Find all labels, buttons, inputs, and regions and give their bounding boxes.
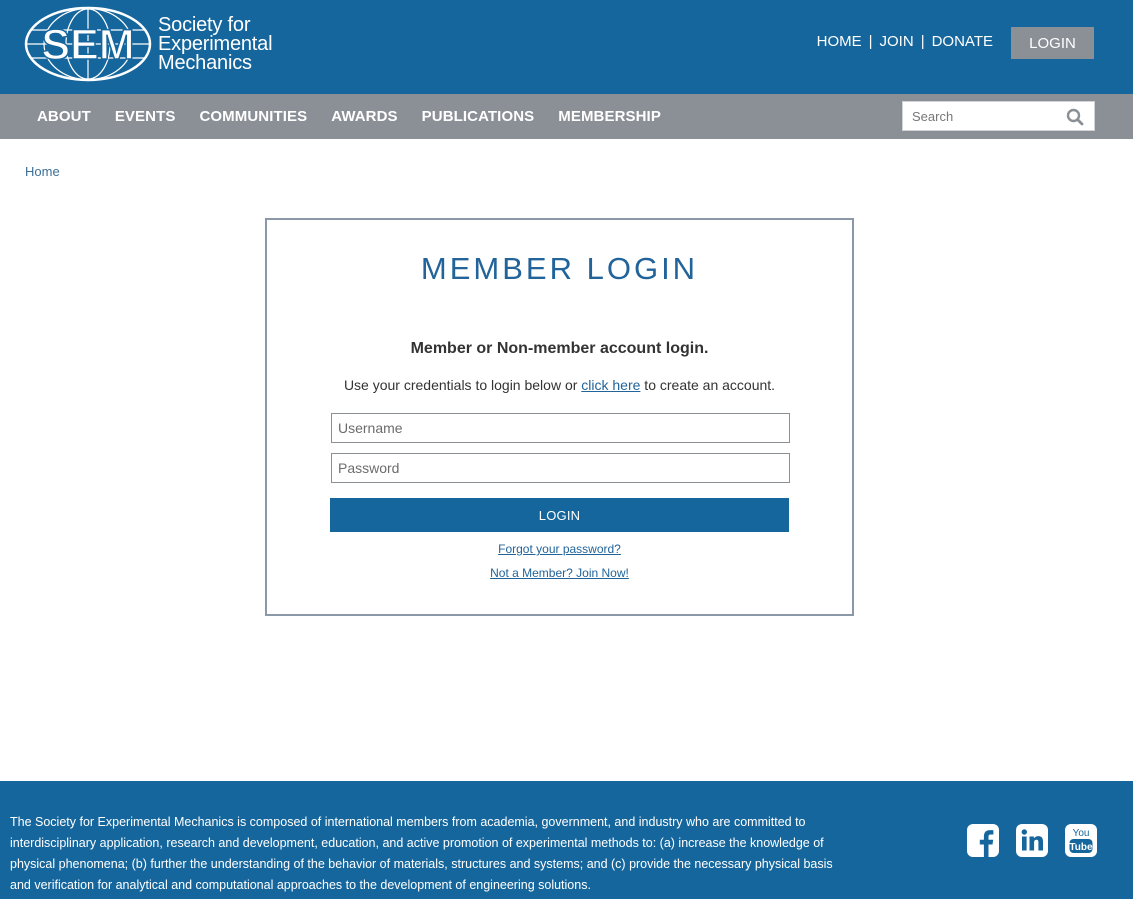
join-link[interactable]: JOIN: [880, 33, 914, 50]
site-footer: The Society for Experimental Mechanics i…: [0, 781, 1133, 899]
globe-logo-icon: SEM: [24, 6, 152, 82]
link-separator: |: [920, 33, 925, 50]
nav-item-membership[interactable]: MEMBERSHIP: [558, 108, 661, 125]
desc-text-before: Use your credentials to login below or: [343, 377, 582, 393]
breadcrumb-home[interactable]: Home: [25, 164, 60, 179]
password-field-wrapper: [331, 453, 790, 483]
login-card: MEMBER LOGIN Member or Non-member accoun…: [265, 218, 854, 616]
logo-line-1: Society for: [158, 13, 251, 36]
social-links: You Tube: [967, 824, 1097, 857]
nav-item-publications[interactable]: PUBLICATIONS: [422, 108, 535, 125]
linkedin-icon[interactable]: [1016, 824, 1048, 857]
logo-mark-text: SEM: [41, 21, 134, 69]
nav-item-awards[interactable]: AWARDS: [331, 108, 397, 125]
footer-about-text: The Society for Experimental Mechanics i…: [10, 815, 833, 892]
login-description: Use your credentials to login below or c…: [267, 377, 852, 393]
login-subtitle: Member or Non-member account login.: [410, 340, 709, 357]
password-input[interactable]: [332, 454, 789, 482]
nav-menu: ABOUT EVENTS COMMUNITIES AWARDS PUBLICAT…: [25, 94, 673, 139]
search-box: [902, 101, 1095, 131]
youtube-icon[interactable]: You Tube: [1065, 824, 1097, 857]
logo-line-2: Experimental: [158, 32, 273, 55]
facebook-icon[interactable]: [967, 824, 999, 857]
logo-wordmark: Society for Experimental Mechanics: [158, 13, 273, 74]
link-separator: |: [868, 33, 873, 50]
nav-item-about[interactable]: ABOUT: [37, 108, 91, 125]
header-login-button[interactable]: LOGIN: [1011, 27, 1094, 59]
utility-links: HOME | JOIN | DONATE: [817, 33, 993, 50]
logo-line-3: Mechanics: [158, 51, 252, 74]
join-now-link[interactable]: Not a Member? Join Now!: [490, 566, 629, 580]
site-header: SEM Society for Experimental Mechanics H…: [0, 0, 1133, 94]
login-submit-button[interactable]: LOGIN: [330, 498, 789, 532]
forgot-password-row: Forgot your password?: [267, 542, 852, 556]
search-icon[interactable]: [1066, 108, 1084, 126]
nav-item-communities[interactable]: COMMUNITIES: [199, 108, 307, 125]
username-field-wrapper: [331, 413, 790, 443]
sem-logo[interactable]: SEM Society for Experimental Mechanics: [24, 4, 284, 84]
desc-text-after: to create an account.: [640, 377, 776, 393]
home-link[interactable]: HOME: [817, 33, 862, 50]
join-now-row: Not a Member? Join Now!: [267, 566, 852, 580]
breadcrumb: Home: [25, 164, 60, 179]
main-nav: ABOUT EVENTS COMMUNITIES AWARDS PUBLICAT…: [0, 94, 1133, 139]
page-title: MEMBER LOGIN: [420, 251, 699, 286]
username-input[interactable]: [332, 414, 789, 442]
youtube-tube-text: Tube: [1069, 842, 1093, 853]
nav-item-events[interactable]: EVENTS: [115, 108, 176, 125]
forgot-password-link[interactable]: Forgot your password?: [498, 542, 621, 556]
search-input[interactable]: [903, 102, 1058, 130]
youtube-you-text: You: [1073, 828, 1090, 839]
create-account-link[interactable]: click here: [581, 377, 640, 393]
donate-link[interactable]: DONATE: [932, 33, 993, 50]
